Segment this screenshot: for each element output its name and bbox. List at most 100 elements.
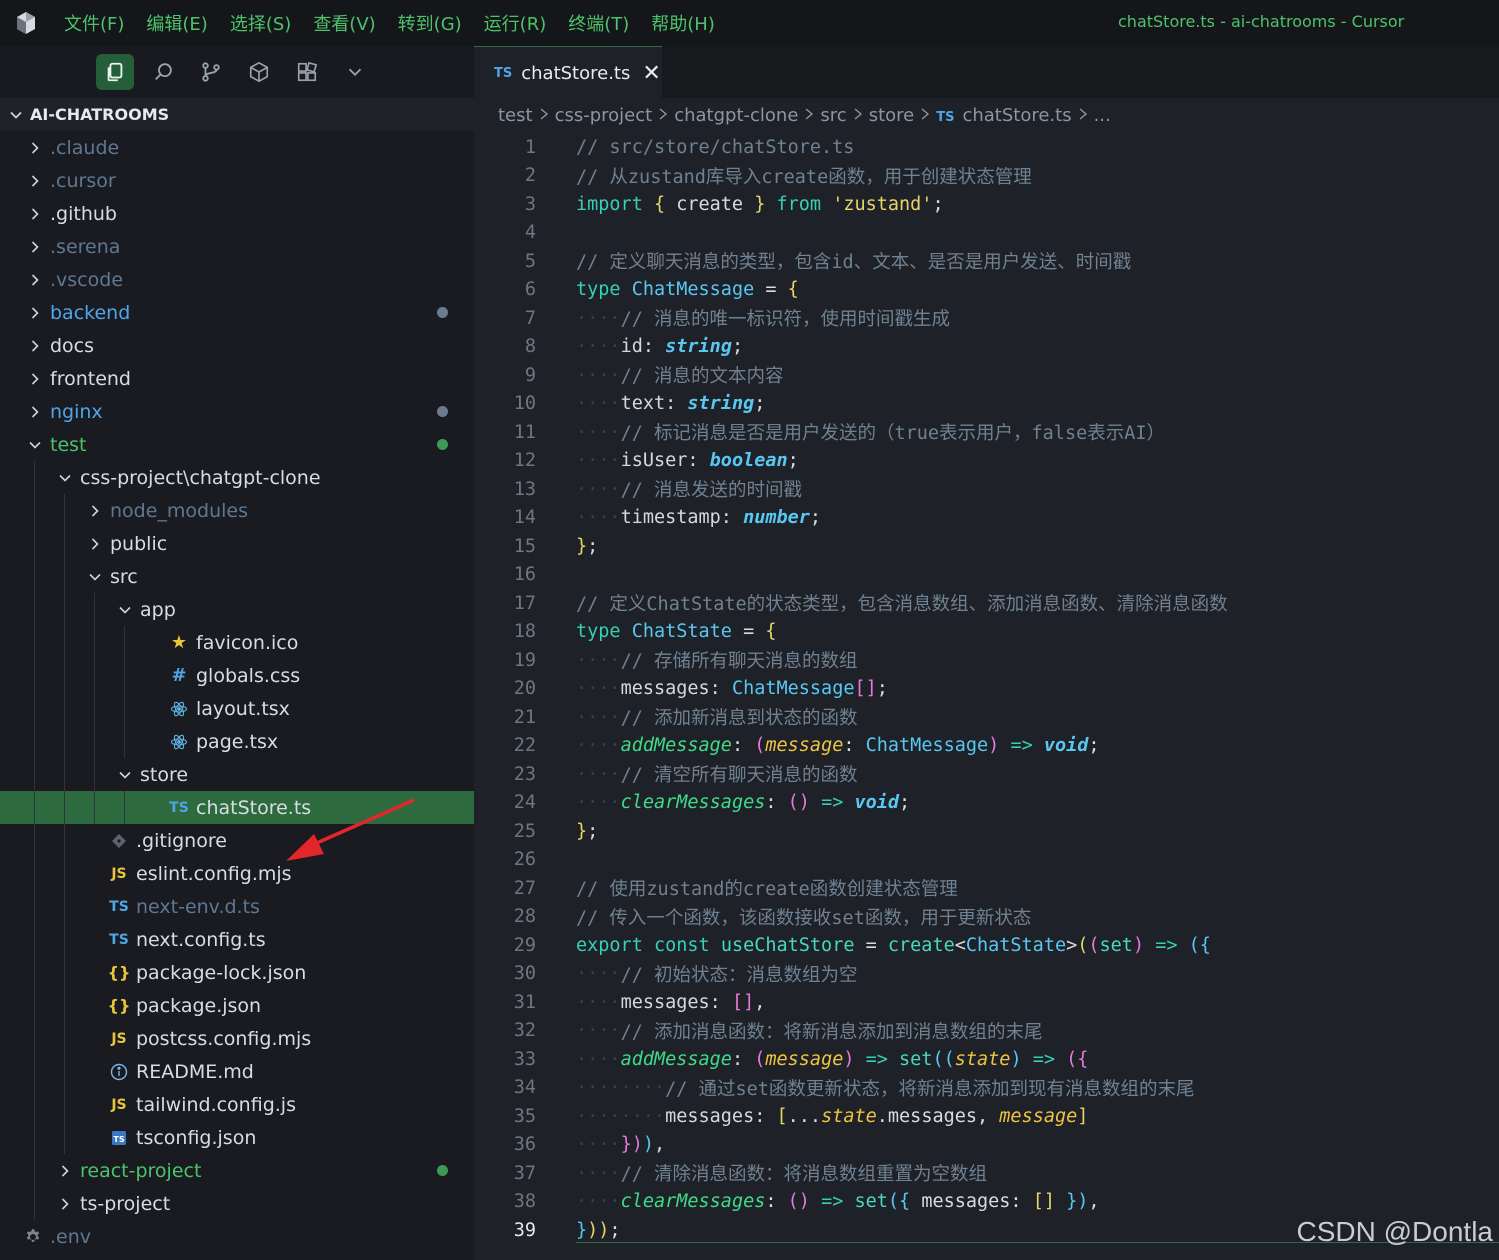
code-line[interactable]: 2 // 从zustand库导入create函数，用于创建状态管理 [474,162,1499,191]
extensions-grid-button[interactable] [288,54,326,90]
code-line[interactable]: 34 ········// 通过set函数更新状态，将新消息添加到现有消息数组的末… [474,1074,1499,1103]
chevron-right-icon[interactable] [24,305,46,321]
code-line[interactable]: 21 ····// 添加新消息到状态的函数 [474,703,1499,732]
folder-item-31[interactable]: react-project [0,1154,474,1187]
chevron-right-icon[interactable] [84,503,106,519]
more-views-button[interactable] [336,54,374,90]
chevron-right-icon[interactable] [24,206,46,222]
code-line[interactable]: 36 ····})), [474,1131,1499,1160]
code-line[interactable]: 38 ···· clearMessages: () => set({ message… [474,1188,1499,1217]
code-editor[interactable]: 1 // src/store/chatStore.ts 2 // 从zustand库导… [474,133,1499,1245]
chevron-right-icon[interactable] [24,404,46,420]
folder-item-8[interactable]: nginx [0,395,474,428]
code-line[interactable]: 8 ···· id: string; [474,333,1499,362]
code-line[interactable]: 28 // 传入一个函数，该函数接收set函数，用于更新状态 [474,903,1499,932]
file-item-24[interactable]: TS next.config.ts [0,923,474,956]
folder-item-11[interactable]: node_modules [0,494,474,527]
folder-item-1[interactable]: .cursor [0,164,474,197]
code-line[interactable]: 30 ····// 初始状态：消息数组为空 [474,960,1499,989]
code-line[interactable]: 35 ········ messages: [... state .messages, … [474,1102,1499,1131]
menu-item-6[interactable]: 终端(T) [568,10,629,36]
explorer-section-header[interactable]: AI-CHATROOMS [0,98,474,131]
breadcrumb-file[interactable]: TS chatStore.ts [936,105,1071,126]
folder-item-7[interactable]: frontend [0,362,474,395]
code-line[interactable]: 14 ···· timestamp: number; [474,504,1499,533]
chevron-right-icon[interactable] [54,1163,76,1179]
menu-item-3[interactable]: 查看(V) [313,10,375,36]
code-line[interactable]: 33 ···· addMessage: (message) => set((stat… [474,1045,1499,1074]
extensions-button[interactable] [240,54,278,90]
menu-item-0[interactable]: 文件(F) [64,10,124,36]
chevron-down-icon[interactable] [114,767,136,783]
menu-item-5[interactable]: 运行(R) [484,10,547,36]
file-item-18[interactable]: page.tsx [0,725,474,758]
code-line[interactable]: 4 [474,219,1499,248]
breadcrumb-more[interactable]: ... [1094,105,1111,126]
menu-item-4[interactable]: 转到(G) [398,10,462,36]
file-item-26[interactable]: {} package.json [0,989,474,1022]
code-line[interactable]: 25}; [474,817,1499,846]
folder-item-10[interactable]: css-project\chatgpt-clone [0,461,474,494]
chevron-right-icon[interactable] [24,371,46,387]
code-line[interactable]: 9 ····// 消息的文本内容 [474,361,1499,390]
code-line[interactable]: 23 ····// 清空所有聊天消息的函数 [474,760,1499,789]
folder-item-5[interactable]: backend [0,296,474,329]
file-item-28[interactable]: README.md [0,1055,474,1088]
chevron-right-icon[interactable] [24,173,46,189]
code-line[interactable]: 26 [474,846,1499,875]
file-item-17[interactable]: layout.tsx [0,692,474,725]
source-control-button[interactable] [192,54,230,90]
code-line[interactable]: 31 ···· messages: [], [474,988,1499,1017]
chevron-right-icon[interactable] [84,536,106,552]
chevron-down-icon[interactable] [24,437,46,453]
breadcrumb-segment[interactable]: test [498,105,533,126]
code-line[interactable]: 16 [474,561,1499,590]
file-item-23[interactable]: TS next-env.d.ts [0,890,474,923]
code-line[interactable]: 13 ····// 消息发送的时间戳 [474,475,1499,504]
chevron-right-icon[interactable] [54,1196,76,1212]
code-line[interactable]: 22 ···· addMessage: (message: ChatMessage)… [474,732,1499,761]
menu-item-1[interactable]: 编辑(E) [146,10,207,36]
code-line[interactable]: 18 type ChatState = { [474,618,1499,647]
search-button[interactable] [145,54,183,90]
menu-item-2[interactable]: 选择(S) [230,10,291,36]
folder-item-6[interactable]: docs [0,329,474,362]
code-line[interactable]: 10 ···· text: string; [474,390,1499,419]
code-line[interactable]: 32 ····// 添加消息函数：将新消息添加到消息数组的末尾 [474,1017,1499,1046]
code-line[interactable]: 19 ····// 存储所有聊天消息的数组 [474,646,1499,675]
code-line[interactable]: 37 ····// 清除消息函数：将消息数组重置为空数组 [474,1159,1499,1188]
chevron-right-icon[interactable] [24,338,46,354]
code-line[interactable]: 6 type ChatMessage = { [474,276,1499,305]
chevron-down-icon[interactable] [54,470,76,486]
chevron-right-icon[interactable] [24,239,46,255]
chevron-right-icon[interactable] [24,272,46,288]
folder-item-3[interactable]: .serena [0,230,474,263]
code-line[interactable]: 17 // 定义ChatState的状态类型，包含消息数组、添加消息函数、清除消息… [474,589,1499,618]
folder-item-19[interactable]: store [0,758,474,791]
folder-item-12[interactable]: public [0,527,474,560]
file-item-27[interactable]: JS postcss.config.mjs [0,1022,474,1055]
folder-item-4[interactable]: .vscode [0,263,474,296]
close-icon[interactable]: ✕ [642,61,660,86]
breadcrumb-segment[interactable]: css-project [555,105,653,126]
breadcrumb-segment[interactable]: store [869,105,915,126]
menu-item-7[interactable]: 帮助(H) [651,10,715,36]
code-line[interactable]: 11 ····// 标记消息是否是用户发送的（true表示用户，false表示AI… [474,418,1499,447]
breadcrumb-segment[interactable]: chatgpt-clone [674,105,798,126]
file-item-15[interactable]: ★ favicon.ico [0,626,474,659]
file-item-16[interactable]: # globals.css [0,659,474,692]
folder-item-13[interactable]: src [0,560,474,593]
breadcrumb-segment[interactable]: src [820,105,846,126]
folder-item-9[interactable]: test [0,428,474,461]
folder-item-2[interactable]: .github [0,197,474,230]
explorer-files-button[interactable] [96,54,134,90]
code-line[interactable]: 20 ···· messages: ChatMessage[]; [474,675,1499,704]
chevron-down-icon[interactable] [84,569,106,585]
tab-chatstore[interactable]: TS chatStore.ts ✕ [474,46,662,99]
code-line[interactable]: 27 // 使用zustand的create函数创建状态管理 [474,874,1499,903]
code-line[interactable]: 15}; [474,532,1499,561]
folder-item-14[interactable]: app [0,593,474,626]
folder-item-0[interactable]: .claude [0,131,474,164]
code-line[interactable]: 7 ····// 消息的唯一标识符，使用时间戳生成 [474,304,1499,333]
code-line[interactable]: 29 export const useChatStore = create < Cha… [474,931,1499,960]
